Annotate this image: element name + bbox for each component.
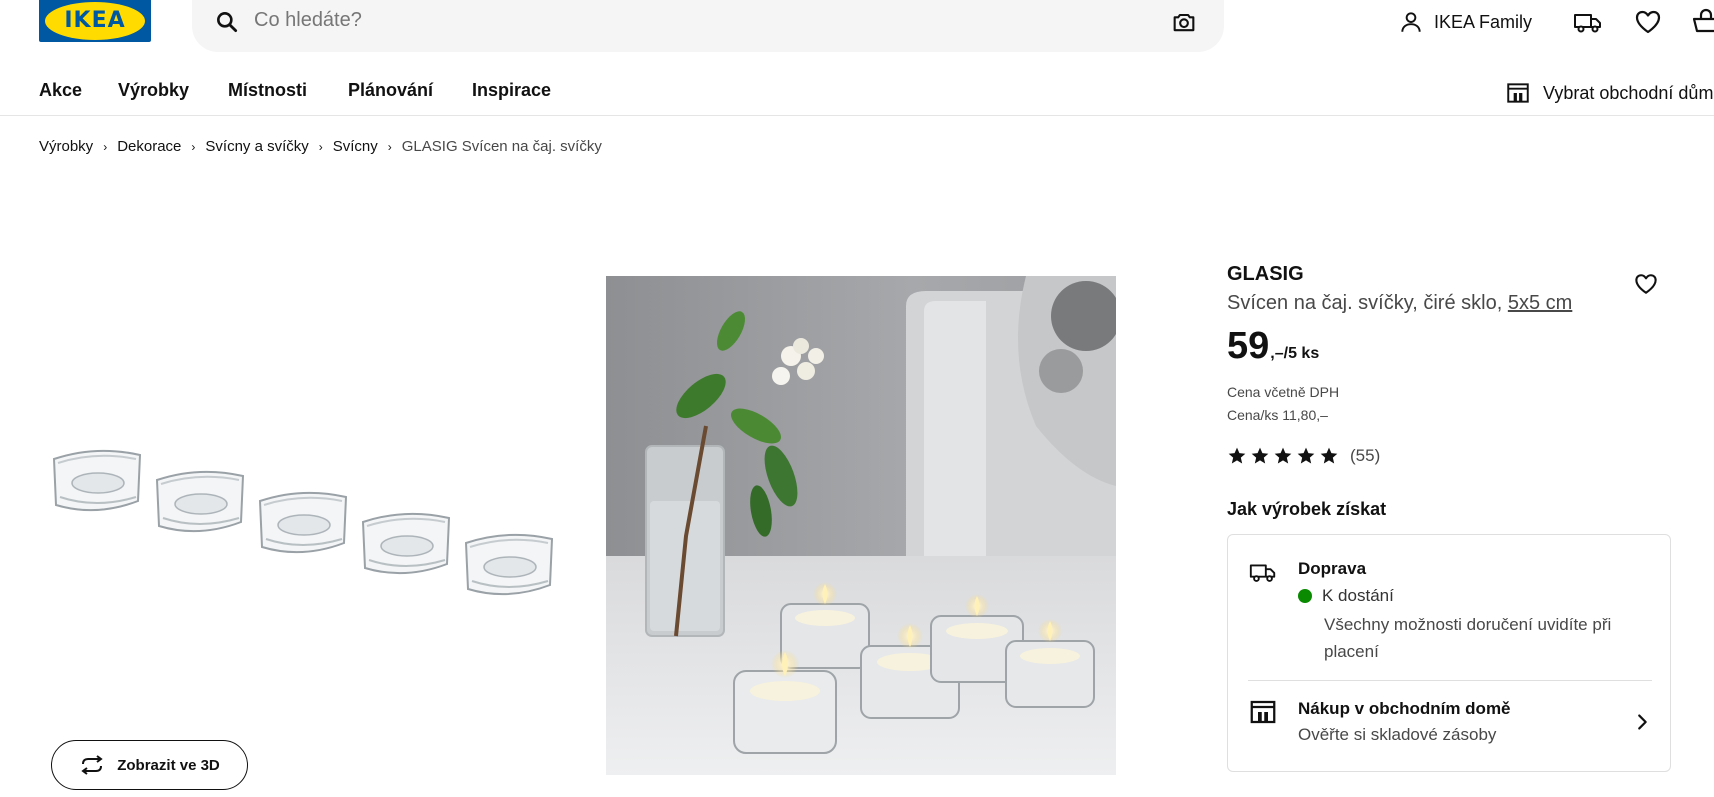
chevron-right-icon: › — [191, 139, 196, 154]
rotate-3d-icon — [81, 755, 103, 775]
truck-icon[interactable] — [1572, 6, 1604, 38]
nav-item-vyrobky[interactable]: Výrobky — [118, 80, 189, 101]
breadcrumb-item[interactable]: Svícny a svíčky — [205, 138, 308, 155]
chevron-right-icon — [1638, 714, 1647, 730]
breadcrumb: Výrobky › Dekorace › Svícny a svíčky › S… — [39, 138, 602, 155]
store-icon — [1250, 700, 1276, 724]
glass-holder-image — [155, 470, 245, 533]
glass-holder-image — [361, 512, 451, 575]
product-name: GLASIG — [1227, 263, 1304, 285]
delivery-status: K dostání — [1298, 586, 1394, 606]
product-rating[interactable]: (55) — [1227, 446, 1380, 466]
price-suffix: ,–/5 ks — [1270, 345, 1320, 362]
search-input[interactable]: Co hledáte? — [254, 9, 362, 32]
delivery-note: Všechny možnosti doručení uvidíte při pl… — [1324, 615, 1612, 661]
product-description: Svícen na čaj. svíčky, čiré sklo, 5x5 cm — [1227, 292, 1572, 315]
ikea-logo[interactable]: IKEA — [39, 0, 151, 42]
in-stock-dot-icon — [1298, 589, 1312, 603]
nav-item-planovani[interactable]: Plánování — [348, 80, 433, 101]
breadcrumb-item[interactable]: Svícny — [333, 138, 378, 155]
nav-item-akce[interactable]: Akce — [39, 80, 82, 101]
vat-note: Cena včetně DPH — [1227, 384, 1340, 400]
glass-holder-image — [464, 533, 554, 596]
logo-text: IKEA — [64, 8, 126, 33]
glass-holder-image — [258, 491, 348, 554]
heart-icon[interactable] — [1632, 6, 1664, 38]
truck-icon — [1249, 564, 1276, 582]
nav-item-mistnosti[interactable]: Místnosti — [228, 80, 307, 101]
product-main-image[interactable] — [40, 275, 570, 780]
candles-photo — [606, 276, 1116, 775]
how-to-get-heading: Jak výrobek získat — [1227, 499, 1387, 519]
search-bar[interactable]: Co hledáte? — [192, 0, 1224, 52]
favourite-heart-icon[interactable] — [1632, 270, 1660, 298]
view-3d-button[interactable]: Zobrazit ve 3D — [51, 740, 248, 790]
top-header: IKEA Co hledáte? IKEA Family — [0, 0, 1714, 60]
store-subtitle: Ověřte si skladové zásoby — [1298, 725, 1497, 744]
product-price: 59 ,–/5 ks — [1227, 325, 1319, 368]
chevron-right-icon: › — [103, 139, 108, 154]
star-icon — [1274, 447, 1292, 464]
unit-price: Cena/ks 11,80,– — [1227, 407, 1328, 423]
star-icon — [1251, 447, 1269, 464]
divider — [1248, 680, 1652, 681]
chevron-right-icon: › — [387, 139, 392, 154]
delivery-title: Doprava — [1298, 559, 1367, 578]
chevron-right-icon: › — [318, 139, 323, 154]
breadcrumb-item[interactable]: Výrobky — [39, 138, 93, 155]
ikea-family-link[interactable]: IKEA Family — [1398, 8, 1532, 36]
choose-store-button[interactable]: Vybrat obchodní dům — [1505, 80, 1713, 106]
delivery-status-label: K dostání — [1322, 586, 1394, 605]
breadcrumb-current: GLASIG Svícen na čaj. svíčky — [401, 138, 602, 155]
ikea-family-label: IKEA Family — [1434, 11, 1533, 32]
nav-item-inspirace[interactable]: Inspirace — [472, 80, 551, 101]
view-3d-label: Zobrazit ve 3D — [117, 756, 220, 774]
star-icon — [1320, 447, 1338, 464]
store-title: Nákup v obchodním domě — [1298, 699, 1511, 718]
product-lifestyle-image[interactable] — [606, 276, 1116, 775]
main-nav: Akce Výrobky Místnosti Plánování Inspira… — [0, 76, 1714, 116]
star-icon — [1297, 447, 1315, 464]
product-description-text: Svícen na čaj. svíčky, čiré sklo, — [1227, 292, 1508, 314]
camera-icon[interactable] — [1170, 8, 1198, 36]
breadcrumb-item[interactable]: Dekorace — [117, 138, 181, 155]
user-icon — [1401, 12, 1421, 32]
glass-holder-image — [52, 449, 142, 512]
price-integer: 59 — [1227, 325, 1270, 367]
product-size-link[interactable]: 5x5 cm — [1508, 292, 1572, 314]
star-icon — [1228, 447, 1246, 464]
rating-count: (55) — [1350, 446, 1381, 465]
availability-card: Doprava K dostání Všechny možnosti doruč… — [1227, 534, 1671, 772]
bag-icon[interactable] — [1690, 6, 1714, 38]
search-icon[interactable] — [214, 9, 240, 35]
choose-store-label: Vybrat obchodní dům — [1543, 82, 1714, 103]
store-icon — [1507, 83, 1529, 103]
